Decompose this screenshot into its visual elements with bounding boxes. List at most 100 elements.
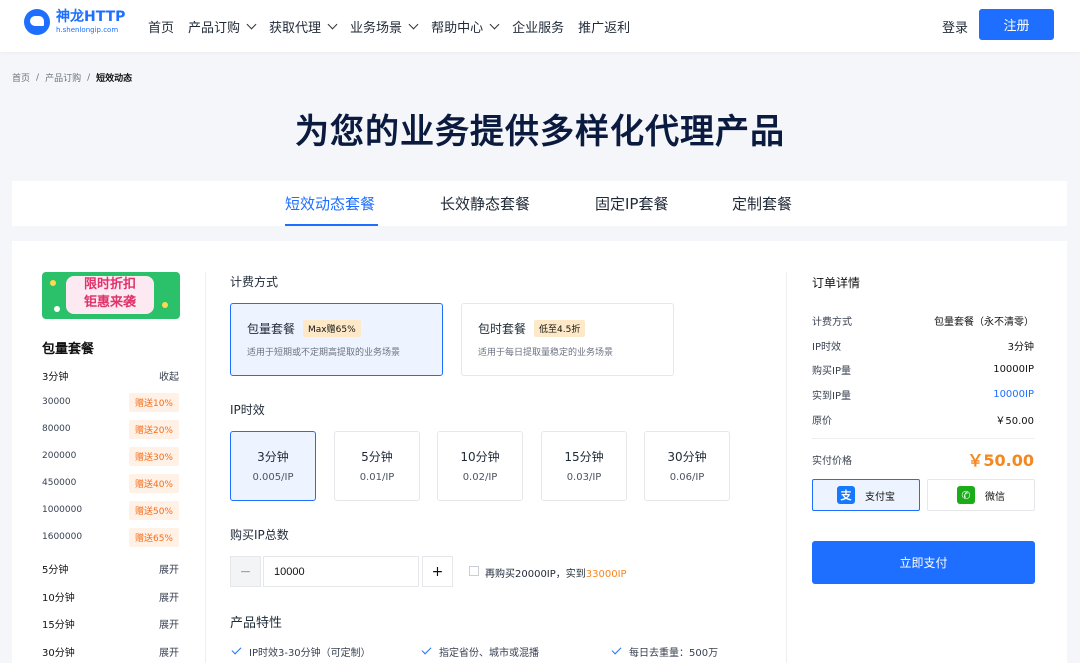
bonus-badge: 赠送50% [128, 500, 179, 520]
upsell-checkbox[interactable] [469, 566, 479, 576]
chevron-down-icon [327, 19, 338, 29]
duration-label: 5分钟 [361, 450, 393, 464]
feature-text: 每日去重量：500万 [629, 648, 719, 659]
billing-option-volume[interactable]: 包量套餐 Max赠65% 适用于短期或不定期高提取的业务场景 [230, 303, 443, 376]
logo[interactable]: 神龙HTTP h.shenlongip.com [24, 9, 125, 35]
order-key: 实到IP量 [812, 390, 851, 402]
bonus-row: 30000 赠送10% [42, 392, 179, 412]
bonus-badge: 赠送30% [128, 446, 179, 466]
billing-option-time[interactable]: 包时套餐 低至4.5折 适用于每日提取量稳定的业务场景 [461, 303, 674, 376]
product-tabs: 短效动态套餐 长效静态套餐 固定IP套餐 定制套餐 [12, 181, 1067, 226]
price-label: 0.06/IP [669, 472, 705, 483]
order-row-duration: IP时效 3分钟 [812, 337, 1034, 353]
nav-help[interactable]: 帮助中心 [431, 17, 500, 36]
ip-duration-15min[interactable]: 15分钟 0.03/IP [541, 431, 627, 501]
decoration-icon [50, 280, 56, 286]
logo-domain: h.shenlongip.com [56, 26, 119, 34]
quantity-input[interactable] [263, 556, 419, 587]
duration-label: 3分钟 [257, 450, 289, 464]
logo-dragon-icon [24, 9, 50, 35]
bonus-amount: 200000 [42, 451, 77, 461]
billing-title: 包量套餐 [247, 322, 296, 336]
billing-title: 包时套餐 [478, 322, 527, 336]
decoration-icon [162, 302, 168, 308]
duration-label: 10分钟 [460, 450, 500, 464]
duration-label: 30分钟 [667, 450, 707, 464]
package-group-15min[interactable]: 15分钟 展开 [42, 614, 179, 632]
quantity-label: 购买IP总数 [230, 528, 289, 542]
collapse-toggle[interactable]: 收起 [159, 368, 179, 383]
nav-referral[interactable]: 推广返利 [578, 17, 630, 36]
feature-item: IP时效3-30分钟（可定制） [231, 644, 371, 659]
group-label: 15分钟 [42, 619, 75, 631]
billing-desc: 适用于每日提取量稳定的业务场景 [478, 348, 614, 358]
bonus-row: 1000000 赠送50% [42, 500, 179, 520]
pay-method-alipay[interactable]: 支 支付宝 [812, 479, 920, 511]
breadcrumb-home[interactable]: 首页 [12, 71, 30, 84]
promo-line-1: 限时折扣 [83, 277, 136, 292]
package-group-5min[interactable]: 5分钟 展开 [42, 559, 179, 577]
expand-toggle[interactable]: 展开 [159, 561, 179, 576]
breadcrumb-products[interactable]: 产品订购 [45, 71, 81, 84]
nav-home[interactable]: 首页 [148, 17, 174, 36]
order-value: 包量套餐（永不清零） [934, 316, 1034, 328]
bonus-badge: 赠送10% [128, 392, 179, 412]
register-button[interactable]: 注册 [979, 9, 1054, 40]
expand-toggle[interactable]: 展开 [159, 616, 179, 631]
upsell-label: 再购买20000IP，实到 [485, 569, 586, 580]
breadcrumb-separator: / [87, 72, 91, 83]
nav-products[interactable]: 产品订购 [188, 17, 257, 36]
active-tab-underline [285, 224, 378, 226]
left-panel-title: 包量套餐 [42, 342, 95, 357]
promo-banner[interactable]: 限时折扣 钜惠来袭 [42, 272, 180, 319]
bonus-amount: 450000 [42, 478, 77, 488]
tab-short-dynamic[interactable]: 短效动态套餐 [285, 193, 375, 214]
breadcrumb: 首页 / 产品订购 / 短效动态 [12, 71, 132, 85]
order-key: 原价 [812, 415, 832, 427]
bonus-row: 1600000 赠送65% [42, 527, 179, 547]
pay-method-label: 微信 [985, 491, 1005, 503]
billing-badge: Max赠65% [303, 320, 361, 337]
feature-text: 指定省份、城市或混播 [439, 648, 539, 659]
package-group-3min[interactable]: 3分钟 收起 [42, 366, 179, 384]
nav-enterprise[interactable]: 企业服务 [512, 17, 564, 36]
tab-custom[interactable]: 定制套餐 [732, 193, 792, 214]
divider [786, 272, 787, 663]
billing-label: 计费方式 [230, 275, 279, 289]
order-row-purchased: 购买IP量 10000IP [812, 361, 1034, 377]
feature-text: IP时效3-30分钟（可定制） [249, 648, 371, 659]
upsell-text: 再购买20000IP，实到33000IP [485, 565, 627, 580]
package-group-30min[interactable]: 30分钟 展开 [42, 642, 179, 660]
expand-toggle[interactable]: 展开 [159, 644, 179, 659]
decrement-button[interactable]: − [230, 556, 261, 587]
bonus-row: 200000 赠送30% [42, 446, 179, 466]
increment-button[interactable]: + [422, 556, 453, 587]
chevron-down-icon [408, 19, 419, 29]
bonus-amount: 1600000 [42, 532, 83, 542]
price-label: 0.02/IP [462, 472, 498, 483]
order-key: 计费方式 [812, 316, 852, 328]
nav-get-proxy[interactable]: 获取代理 [269, 17, 338, 36]
ip-duration-10min[interactable]: 10分钟 0.02/IP [437, 431, 523, 501]
bonus-amount: 30000 [42, 397, 71, 407]
pay-now-button[interactable]: 立即支付 [812, 541, 1035, 584]
page-title: 为您的业务提供多样化代理产品 [295, 112, 785, 152]
ip-duration-5min[interactable]: 5分钟 0.01/IP [334, 431, 420, 501]
login-link[interactable]: 登录 [942, 17, 968, 36]
check-icon [421, 644, 432, 655]
pay-label: 实付价格 [812, 456, 852, 467]
ip-duration-30min[interactable]: 30分钟 0.06/IP [644, 431, 730, 501]
chevron-down-icon [246, 19, 257, 29]
expand-toggle[interactable]: 展开 [159, 589, 179, 604]
price-label: 0.005/IP [252, 472, 294, 483]
ip-duration-label: IP时效 [230, 403, 265, 417]
tab-long-static[interactable]: 长效静态套餐 [440, 193, 530, 214]
billing-badge: 低至4.5折 [534, 320, 586, 337]
main-nav: 首页 产品订购 获取代理 业务场景 帮助中心 企业服务 推广返利 [148, 0, 644, 52]
ip-duration-3min[interactable]: 3分钟 0.005/IP [230, 431, 316, 501]
package-group-10min[interactable]: 10分钟 展开 [42, 587, 179, 605]
tab-fixed-ip[interactable]: 固定IP套餐 [595, 193, 668, 214]
nav-scenarios[interactable]: 业务场景 [350, 17, 419, 36]
order-row-billing: 计费方式 包量套餐（永不清零） [812, 312, 1034, 328]
pay-method-wechat[interactable]: ✆ 微信 [927, 479, 1035, 511]
